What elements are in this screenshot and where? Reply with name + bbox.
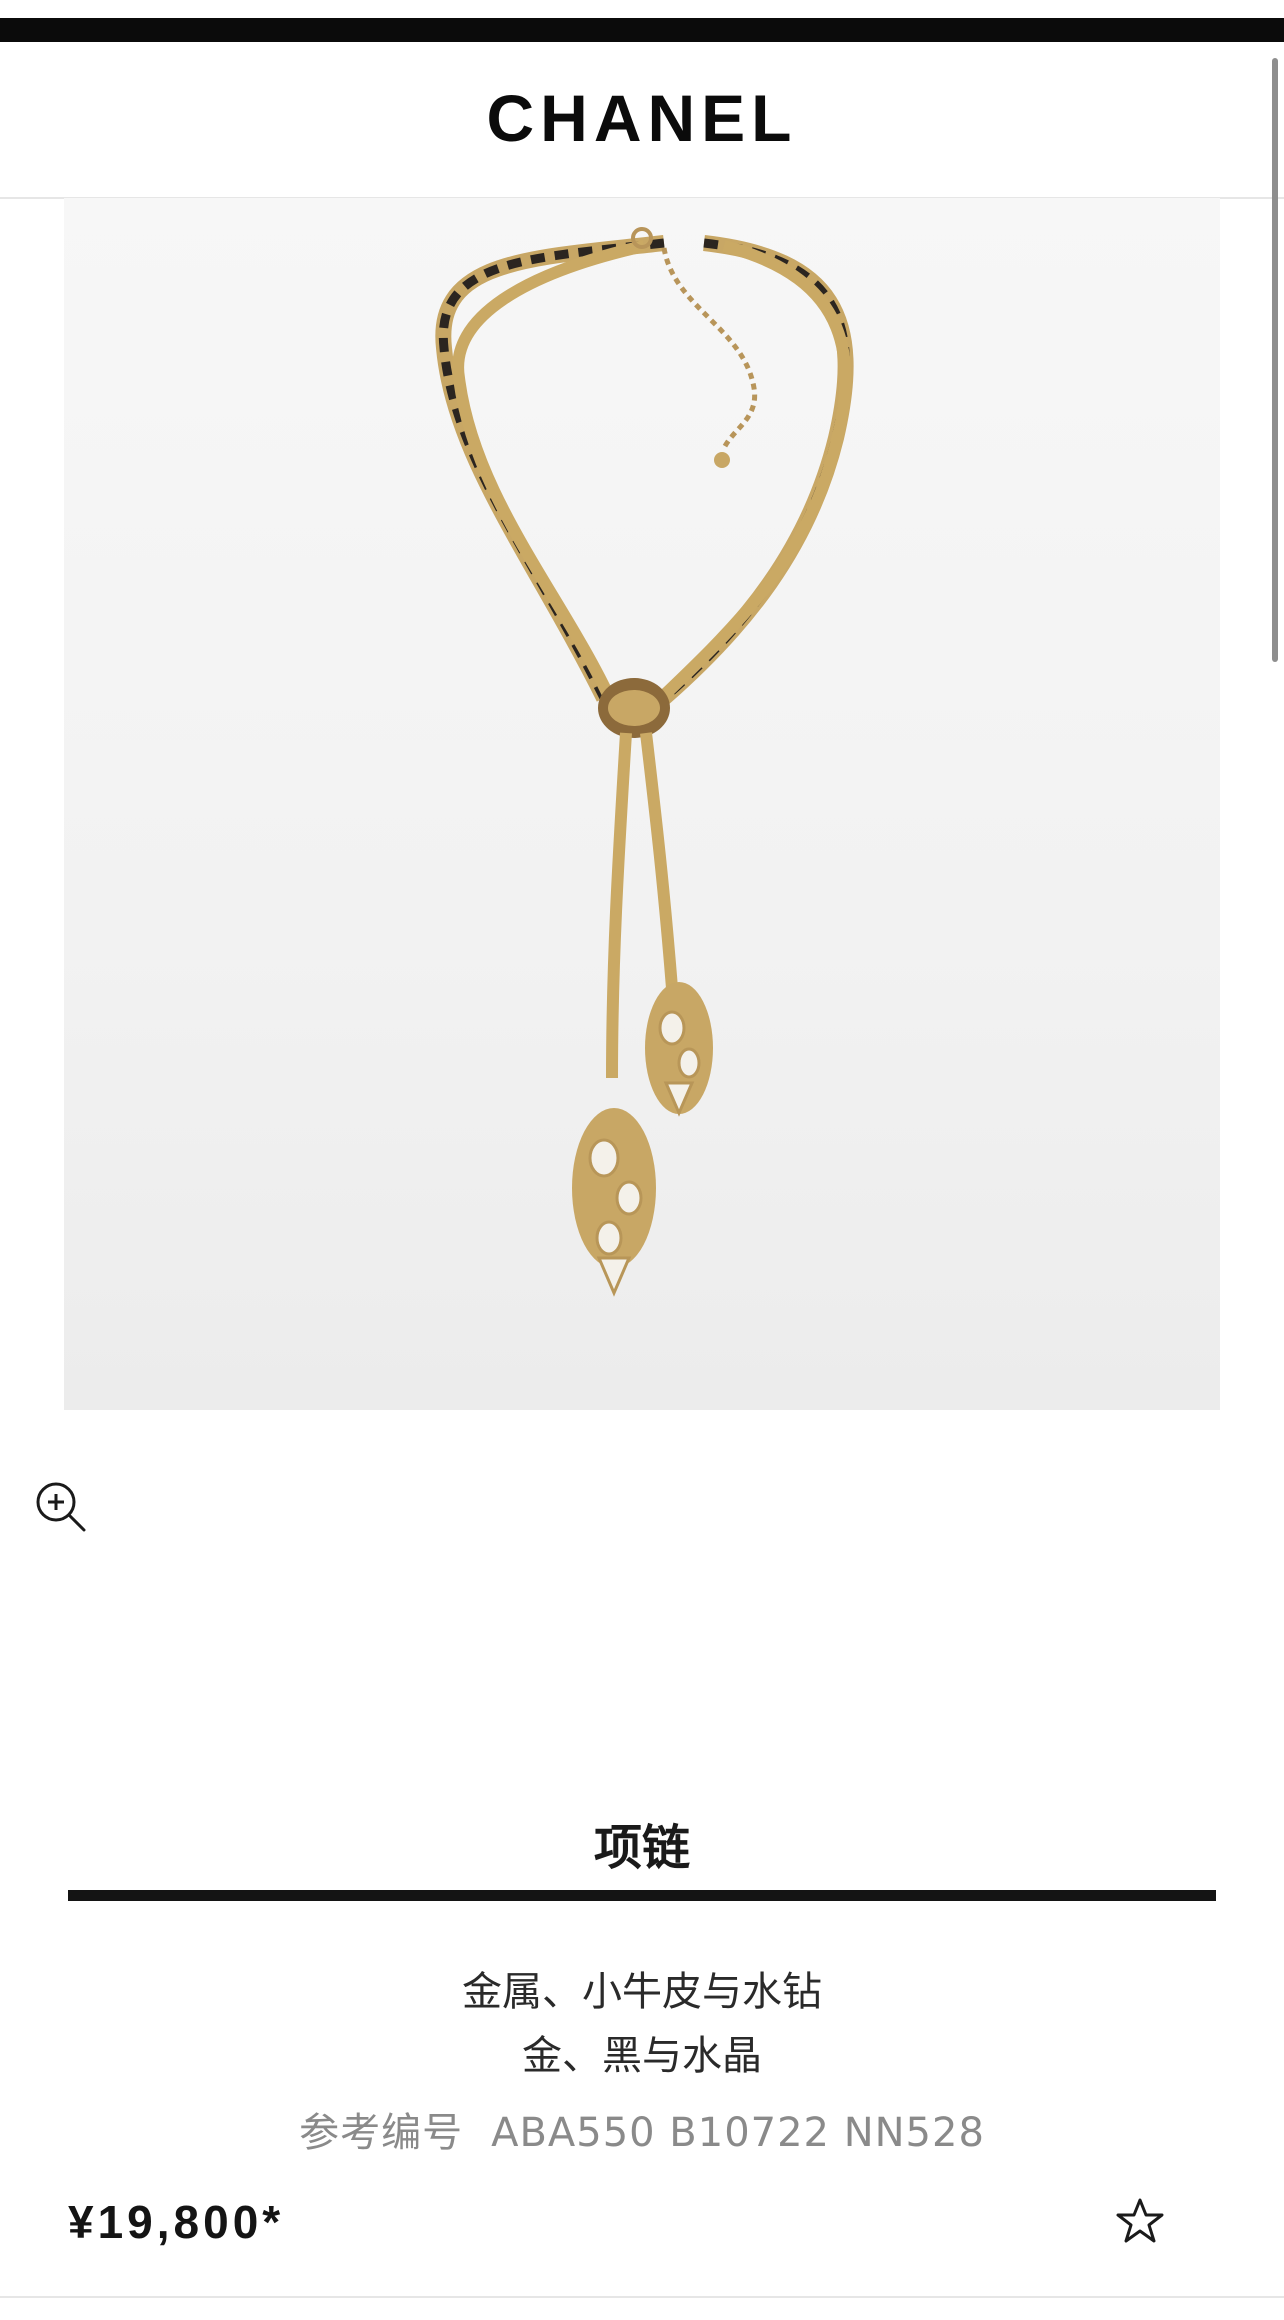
star-outline-icon[interactable] <box>1114 2196 1166 2248</box>
pendant-right <box>645 982 713 1117</box>
pendant-left <box>572 1108 656 1297</box>
product-price: ¥19,800* <box>68 2196 285 2248</box>
zoom-in-icon[interactable] <box>34 1480 88 1534</box>
bottom-divider <box>0 2296 1284 2298</box>
product-material: 金属、小牛皮与水钻 金、黑与水晶 <box>0 1960 1284 2088</box>
reference-code: ABA550 B10722 NN528 <box>491 2110 985 2156</box>
scrollbar[interactable] <box>1272 58 1278 662</box>
material-line-1: 金属、小牛皮与水钻 <box>462 1969 822 2015</box>
product-title: 项链 <box>593 1820 690 1876</box>
product-image[interactable] <box>64 198 1220 1410</box>
necklace-illustration <box>435 227 854 1297</box>
status-bar <box>0 18 1284 42</box>
title-divider <box>68 1890 1216 1901</box>
site-header: CHANEL <box>0 42 1284 199</box>
material-line-2: 金、黑与水晶 <box>522 2033 762 2079</box>
reference-label: 参考编号 <box>299 2110 464 2156</box>
product-reference: 参考编号 ABA550 B10722 NN528 <box>0 2100 1284 2158</box>
brand-logo[interactable]: CHANEL <box>0 80 1284 156</box>
